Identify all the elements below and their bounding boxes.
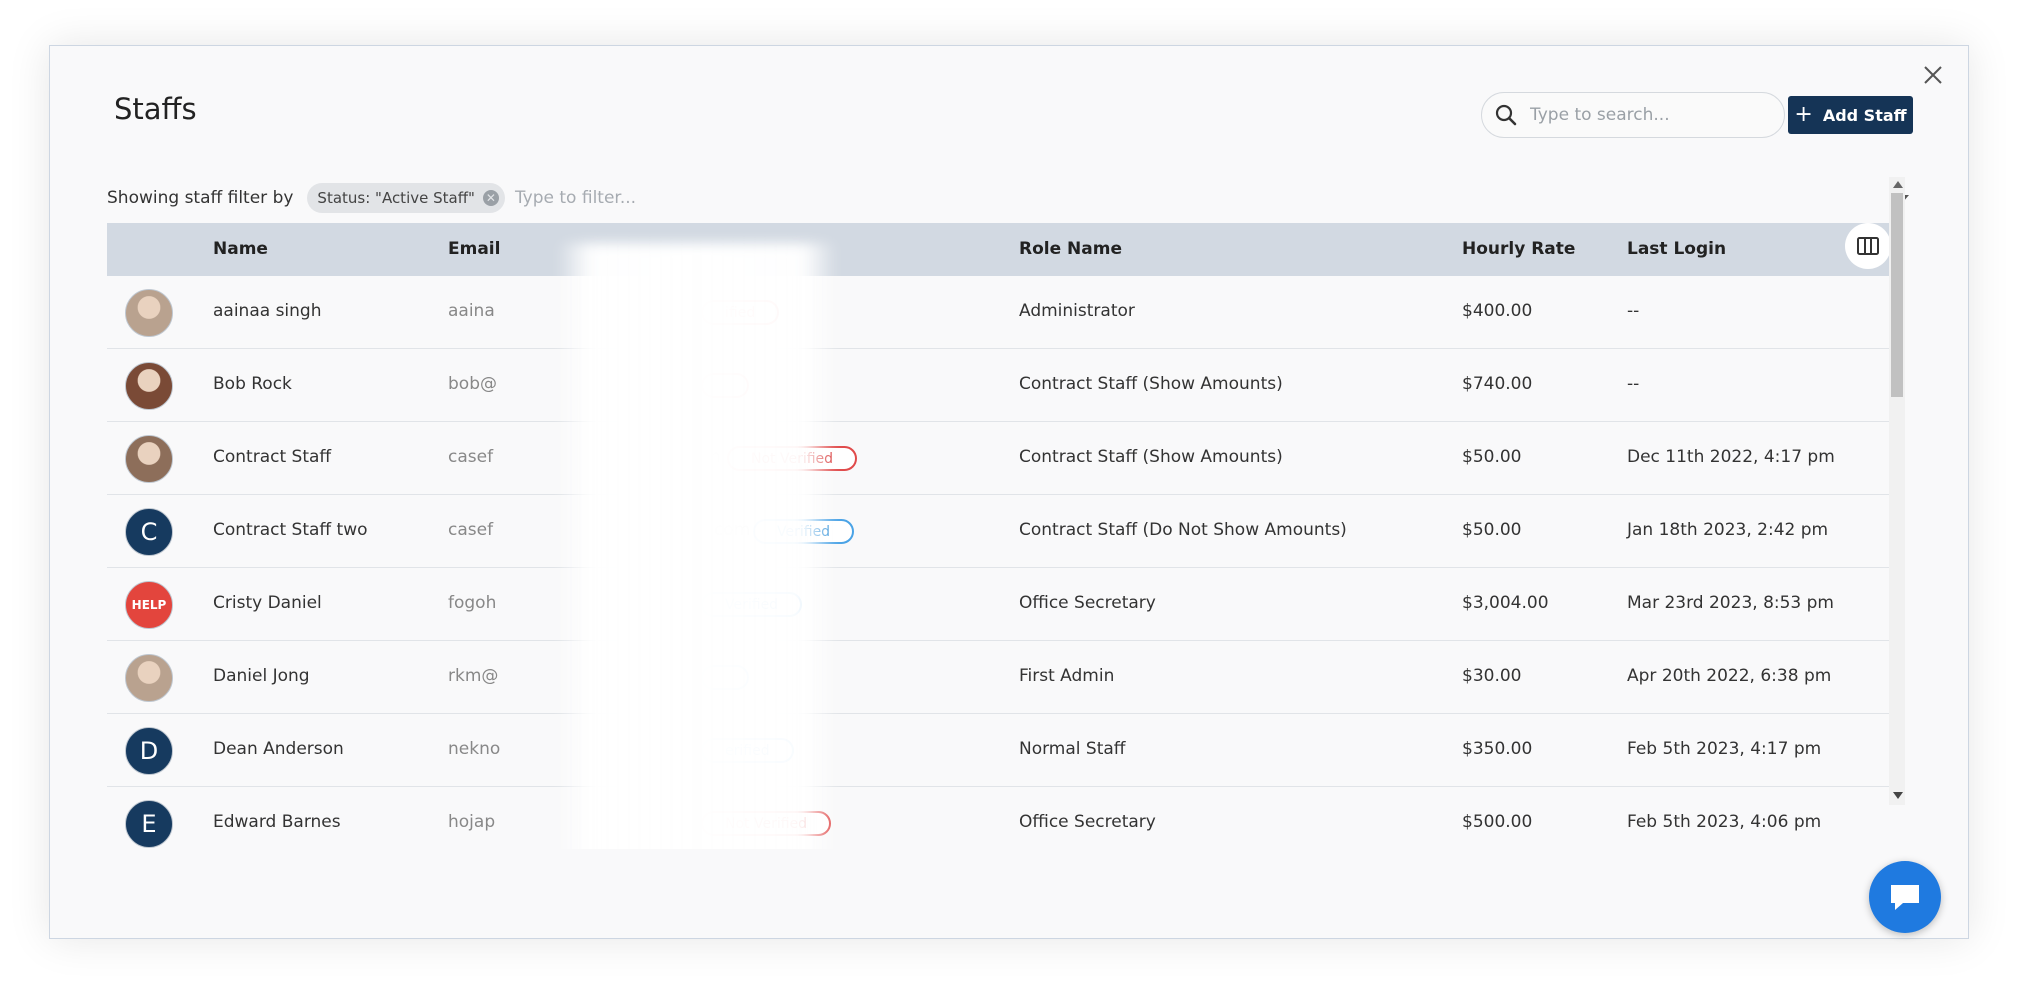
search-box[interactable] (1481, 92, 1785, 138)
last-login: Mar 23rd 2023, 8:53 pm (1627, 593, 1834, 613)
table-row[interactable]: CContract Staff twocasefcomContract Staf… (107, 495, 1893, 568)
staff-email: bob@ (448, 374, 497, 394)
staff-email: aaina (448, 301, 495, 321)
hourly-rate: $400.00 (1462, 301, 1533, 321)
staff-email: hojap (448, 812, 496, 832)
hourly-rate: $350.00 (1462, 739, 1533, 759)
staff-name: Daniel Jong (213, 666, 310, 686)
filter-bar: Showing staff filter by Status: "Active … (107, 180, 1917, 216)
header-email[interactable]: Email (448, 239, 500, 259)
staff-name: Contract Staff two (213, 520, 368, 540)
staff-email: casef (448, 520, 494, 540)
staff-email: fogoh (448, 593, 497, 613)
header-role[interactable]: Role Name (1019, 239, 1122, 259)
avatar: D (125, 727, 173, 775)
role-name: Normal Staff (1019, 739, 1126, 759)
page-title: Staffs (114, 92, 197, 126)
add-staff-label: Add Staff (1822, 105, 1907, 125)
last-login: Apr 20th 2022, 6:38 pm (1627, 666, 1832, 686)
chat-button[interactable] (1869, 861, 1941, 933)
last-login: Dec 11th 2022, 4:17 pm (1627, 447, 1835, 467)
header-rate[interactable]: Hourly Rate (1462, 239, 1575, 259)
email-redaction (557, 243, 837, 849)
hourly-rate: $30.00 (1462, 666, 1522, 686)
chip-remove-icon[interactable]: ✕ (482, 190, 499, 206)
hourly-rate: $3,004.00 (1462, 593, 1549, 613)
staff-email: casef (448, 447, 494, 467)
table-row[interactable]: aainaa singhaainaAdministrator$400.00--i… (107, 276, 1893, 349)
table-row[interactable]: E Edward Barnes hojap Office Secretary $500.… (107, 787, 1893, 849)
role-name: Office Secretary (1019, 812, 1156, 832)
scroll-thumb[interactable] (1891, 193, 1903, 397)
role-name: Contract Staff (Show Amounts) (1019, 447, 1283, 467)
hourly-rate: $50.00 (1462, 447, 1522, 467)
filter-input[interactable]: Type to filter... (515, 188, 1897, 208)
chat-icon (1891, 885, 1919, 910)
avatar (125, 654, 173, 702)
last-login: -- (1627, 374, 1640, 394)
last-login: Feb 5th 2023, 4:17 pm (1627, 739, 1822, 759)
role-name: Administrator (1019, 301, 1135, 321)
hourly-rate: $50.00 (1462, 520, 1522, 540)
avatar (125, 362, 173, 410)
scroll-up-icon[interactable] (1893, 181, 1903, 188)
staff-name: Contract Staff (213, 447, 332, 467)
close-icon (1924, 66, 1942, 84)
role-name: First Admin (1019, 666, 1115, 686)
staffs-modal: Staffs + Add Staff Showing staff filter … (49, 45, 1969, 939)
staff-email: rkm@ (448, 666, 499, 686)
columns-icon (1857, 237, 1879, 255)
header-name[interactable]: Name (213, 239, 268, 259)
role-name: Contract Staff (Do Not Show Amounts) (1019, 520, 1347, 540)
staff-name: aainaa singh (213, 301, 322, 321)
staff-name: Edward Barnes (213, 812, 341, 832)
filter-label: Showing staff filter by (107, 188, 294, 208)
table-row[interactable]: Contract StaffcasefnContract Staff (Show… (107, 422, 1893, 495)
scrollbar[interactable] (1889, 177, 1905, 805)
staff-name: Dean Anderson (213, 739, 344, 759)
avatar (125, 289, 173, 337)
last-login: -- (1627, 301, 1640, 321)
table-row[interactable]: Bob Rock bob@ Contract Staff (Show Amounts… (107, 349, 1893, 422)
avatar: E (125, 800, 173, 848)
search-input[interactable] (1530, 105, 1760, 125)
hourly-rate: $500.00 (1462, 812, 1533, 832)
table-header: Name Email Role Name Hourly Rate Last Lo… (107, 223, 1893, 276)
filter-chip[interactable]: Status: "Active Staff" ✕ (307, 183, 505, 213)
avatar: HELP (125, 581, 173, 629)
table-row[interactable]: HELP Cristy Daniel fogoh Office Secretary $3… (107, 568, 1893, 641)
filter-chip-label: Status: "Active Staff" (317, 189, 475, 207)
staff-name: Bob Rock (213, 374, 292, 394)
avatar (125, 435, 173, 483)
staff-email: nekno (448, 739, 501, 759)
close-button[interactable] (1918, 60, 1948, 90)
scroll-down-icon[interactable] (1893, 792, 1903, 799)
header-login[interactable]: Last Login (1627, 239, 1726, 259)
staff-table: Name Email Role Name Hourly Rate Last Lo… (107, 223, 1925, 849)
last-login: Feb 5th 2023, 4:06 pm (1627, 812, 1822, 832)
search-icon (1495, 104, 1517, 126)
add-staff-button[interactable]: + Add Staff (1788, 96, 1913, 134)
avatar: C (125, 508, 173, 556)
table-row[interactable]: Daniel Jong rkm@ First Admin $30.00 Apr 20th… (107, 641, 1893, 714)
column-toggle-button[interactable] (1845, 223, 1891, 269)
hourly-rate: $740.00 (1462, 374, 1533, 394)
staff-name: Cristy Daniel (213, 593, 322, 613)
last-login: Jan 18th 2023, 2:42 pm (1627, 520, 1829, 540)
role-name: Contract Staff (Show Amounts) (1019, 374, 1283, 394)
role-name: Office Secretary (1019, 593, 1156, 613)
plus-icon: + (1794, 102, 1813, 127)
table-row[interactable]: D Dean Anderson nekno Normal Staff $350.00 Fe… (107, 714, 1893, 787)
